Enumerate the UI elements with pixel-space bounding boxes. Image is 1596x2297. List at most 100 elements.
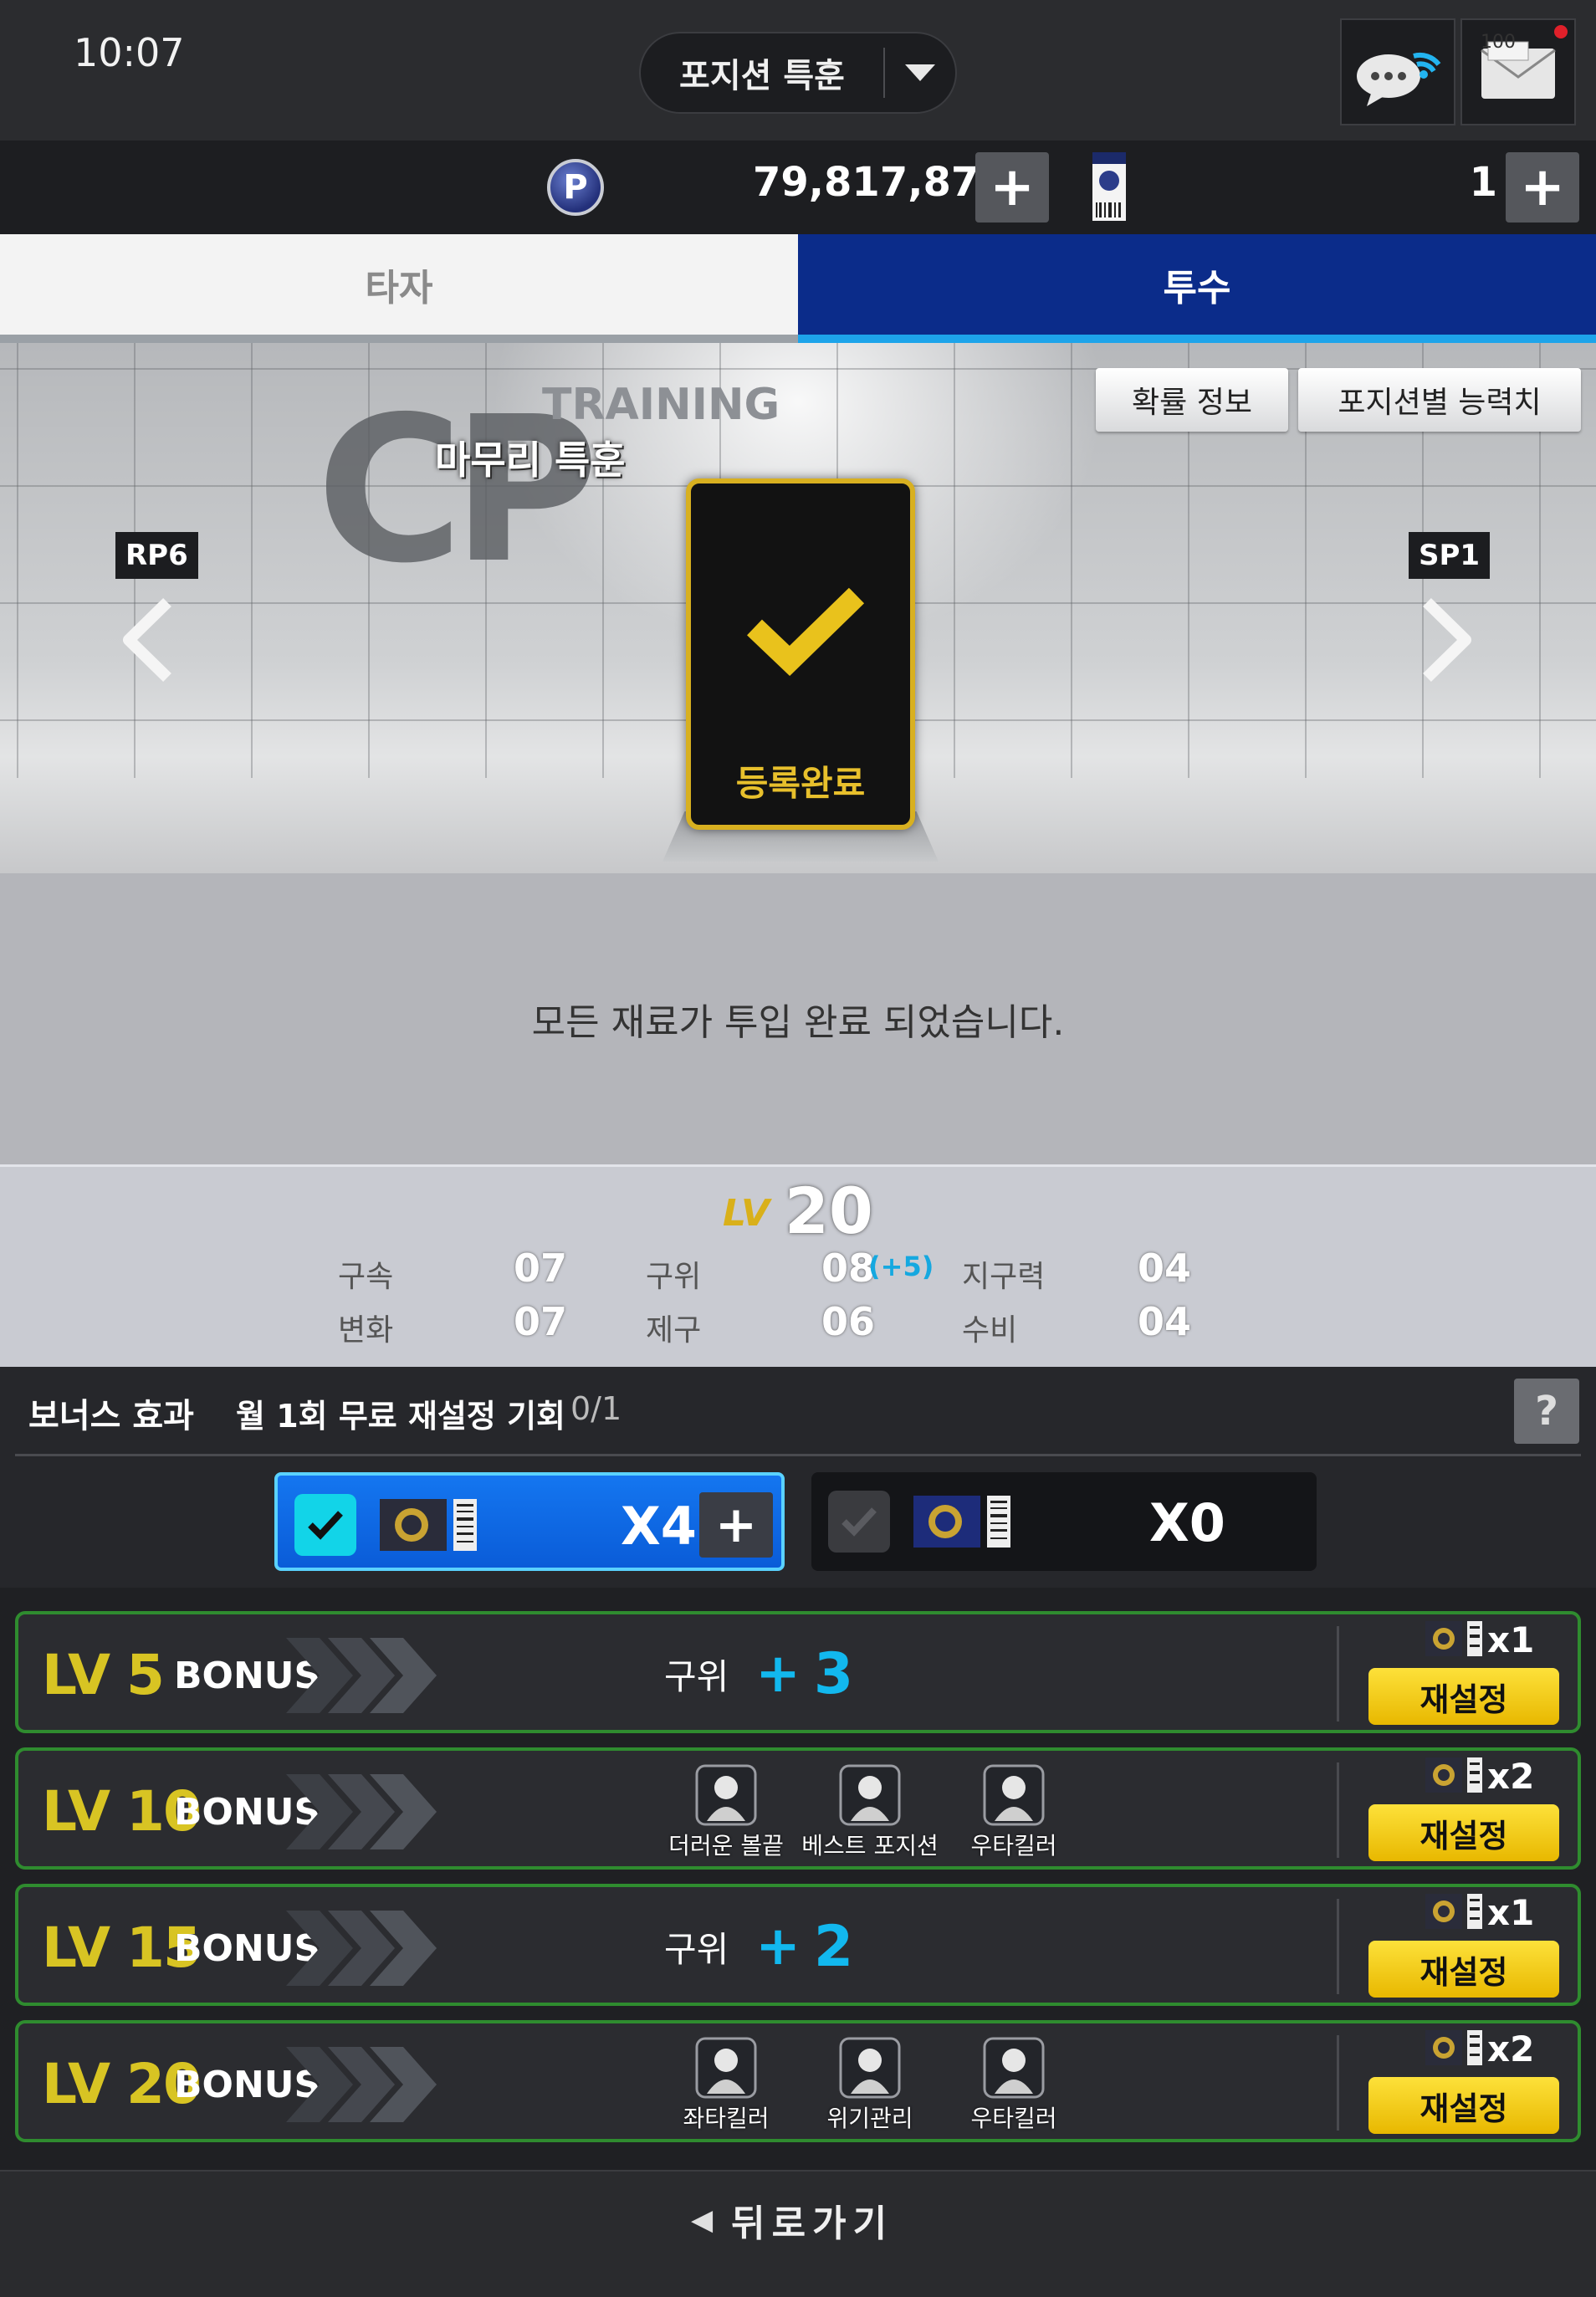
checkbox-checked[interactable] bbox=[294, 1494, 356, 1556]
top-bar: 10:07 포지션 특훈 100 bbox=[0, 0, 1596, 141]
skill-badge-icon bbox=[837, 1762, 903, 1828]
free-reset-count: 0/1 bbox=[570, 1390, 622, 1427]
chevrons-icon bbox=[286, 1774, 437, 1853]
bonus-level: LV 5 bbox=[42, 1643, 165, 1707]
effect-stat-name: 구위 bbox=[664, 1928, 729, 1970]
back-arrow-icon: ◀ bbox=[691, 2203, 714, 2237]
mode-dropdown-label: 포지션 특훈 bbox=[679, 57, 845, 95]
skill-badge-icon bbox=[693, 1762, 759, 1828]
skill-badge-icon bbox=[981, 2035, 1046, 2100]
premium-ticket-icon bbox=[913, 1496, 1010, 1548]
effect-plus: + bbox=[755, 1916, 801, 1977]
reset-button[interactable]: 재설정 bbox=[1368, 1668, 1559, 1725]
tab-pitcher[interactable]: 투수 bbox=[798, 234, 1596, 343]
next-position-tag: SP1 bbox=[1409, 532, 1491, 579]
skill-name: 베스트 포지션 bbox=[801, 1832, 939, 1860]
stat-effect: 구위 +2 bbox=[664, 1909, 853, 1984]
check-icon bbox=[308, 1511, 343, 1540]
notification-dot bbox=[1554, 25, 1568, 38]
card-status-label: 등록완료 bbox=[735, 763, 866, 804]
status-message-area: 모든 재료가 투입 완료 되었습니다. bbox=[0, 873, 1596, 1164]
mail-badge: 100 bbox=[1481, 32, 1516, 53]
status-message: 모든 재료가 투입 완료 되었습니다. bbox=[531, 1001, 1065, 1044]
stat-value: 08 bbox=[821, 1246, 876, 1291]
effect-plus: + bbox=[755, 1643, 801, 1705]
help-button[interactable]: ? bbox=[1514, 1379, 1579, 1444]
ticket-a-count: X4 bbox=[621, 1496, 697, 1557]
skill-item[interactable]: 베스트 포지션 bbox=[798, 1762, 942, 1861]
divider bbox=[15, 1454, 1581, 1456]
add-points-button[interactable]: + bbox=[975, 152, 1049, 223]
probability-info-button[interactable]: 확률 정보 bbox=[1096, 368, 1288, 432]
reset-button[interactable]: 재설정 bbox=[1368, 1804, 1559, 1861]
ticket-option-unselected[interactable]: X0 bbox=[811, 1472, 1317, 1571]
reset-button[interactable]: 재설정 bbox=[1368, 1941, 1559, 1998]
effect-stat-name: 구위 bbox=[664, 1655, 729, 1697]
mode-dropdown[interactable]: 포지션 특훈 bbox=[639, 32, 957, 114]
skill-item[interactable]: 위기관리 bbox=[798, 2035, 942, 2134]
caret-down-icon[interactable] bbox=[885, 64, 955, 81]
tab-batter[interactable]: 타자 bbox=[0, 234, 798, 343]
skill-name: 좌타킬러 bbox=[683, 2105, 770, 2132]
add-tickets-button[interactable]: + bbox=[1506, 152, 1579, 223]
ticket-option-selected[interactable]: X4 + bbox=[274, 1472, 785, 1571]
stat-name: 제구 bbox=[646, 1313, 702, 1348]
reset-button[interactable]: 재설정 bbox=[1368, 2077, 1559, 2134]
level-tag: LV bbox=[723, 1192, 770, 1235]
free-reset-label: 월 1회 무료 재설정 기회 bbox=[236, 1398, 565, 1435]
check-icon bbox=[841, 1507, 877, 1537]
chevron-right-icon[interactable] bbox=[1412, 594, 1479, 686]
ticket-select-row: X4 + X0 bbox=[0, 1457, 1596, 1588]
checkbox-unchecked[interactable] bbox=[828, 1491, 890, 1553]
bonus-row: LV 10 BONUS 더러운 볼끝 베스트 포지션 우타킬러 x2 재설정 bbox=[15, 1747, 1581, 1870]
back-button[interactable]: ◀ 뒤로가기 bbox=[691, 2193, 893, 2247]
prev-position-tag: RP6 bbox=[115, 532, 198, 579]
reset-cost: x2 bbox=[1425, 1756, 1534, 1797]
stat-value: 07 bbox=[514, 1246, 568, 1291]
stat-value: 04 bbox=[1138, 1246, 1192, 1291]
chevrons-icon bbox=[286, 1911, 437, 1989]
effect-value: 3 bbox=[813, 1640, 854, 1707]
stat-value: 07 bbox=[514, 1299, 568, 1344]
reset-ticket-icon bbox=[1425, 2029, 1484, 2069]
reset-ticket-icon bbox=[1425, 1620, 1484, 1660]
chat-button[interactable] bbox=[1340, 18, 1455, 125]
add-ticket-a-button[interactable]: + bbox=[699, 1492, 773, 1558]
stat-name: 변화 bbox=[338, 1313, 394, 1348]
skill-item[interactable]: 더러운 볼끝 bbox=[654, 1762, 798, 1861]
bonus-row: LV 15 BONUS 구위 +2 x1 재설정 bbox=[15, 1884, 1581, 2006]
reset-cost-count: x1 bbox=[1487, 1892, 1535, 1933]
skill-badge-icon bbox=[837, 2035, 903, 2100]
bonus-row: LV 20 BONUS 좌타킬러 위기관리 우타킬러 x2 재설정 bbox=[15, 2020, 1581, 2142]
skill-name: 위기관리 bbox=[826, 2105, 913, 2132]
stat-bonus: (+5) bbox=[868, 1251, 934, 1282]
reset-cost: x1 bbox=[1425, 1619, 1534, 1660]
reset-ticket-icon bbox=[1425, 1893, 1484, 1932]
reset-cost: x1 bbox=[1425, 1892, 1534, 1933]
skill-item[interactable]: 우타킬러 bbox=[942, 1762, 1086, 1861]
footer-bar: ◀ 뒤로가기 bbox=[0, 2170, 1596, 2297]
ticket-b-count: X0 bbox=[1149, 1492, 1225, 1553]
bonus-header: 보너스 효과 월 1회 무료 재설정 기회 0/1 ? bbox=[0, 1367, 1596, 1457]
reset-cost-count: x1 bbox=[1487, 1619, 1535, 1660]
level-value: 20 bbox=[785, 1174, 873, 1248]
skill-item[interactable]: 우타킬러 bbox=[942, 2035, 1086, 2134]
points-coin-icon: P bbox=[547, 159, 604, 216]
stat-name: 구속 bbox=[338, 1260, 394, 1294]
skill-badge-icon bbox=[981, 1762, 1046, 1828]
skill-badge-icon bbox=[693, 2035, 759, 2100]
position-stats-button[interactable]: 포지션별 능력치 bbox=[1298, 368, 1581, 432]
status-clock: 10:07 bbox=[74, 30, 185, 75]
training-stage: CP TRAINING 마무리 특훈 확률 정보 포지션별 능력치 RP6 SP… bbox=[0, 343, 1596, 873]
training-title: 마무리 특훈 bbox=[435, 437, 626, 483]
row-divider bbox=[1337, 2035, 1339, 2131]
skill-item[interactable]: 좌타킬러 bbox=[654, 2035, 798, 2134]
skill-list: 더러운 볼끝 베스트 포지션 우타킬러 bbox=[654, 1762, 1086, 1861]
chevrons-icon bbox=[286, 1638, 437, 1716]
stat-effect: 구위 +3 bbox=[664, 1636, 853, 1711]
reset-ticket-icon bbox=[380, 1499, 477, 1551]
stat-value: 04 bbox=[1138, 1299, 1192, 1344]
chevron-left-icon[interactable] bbox=[115, 594, 182, 686]
registered-card[interactable]: 등록완료 bbox=[686, 478, 915, 830]
reset-ticket-icon bbox=[1425, 1757, 1484, 1796]
